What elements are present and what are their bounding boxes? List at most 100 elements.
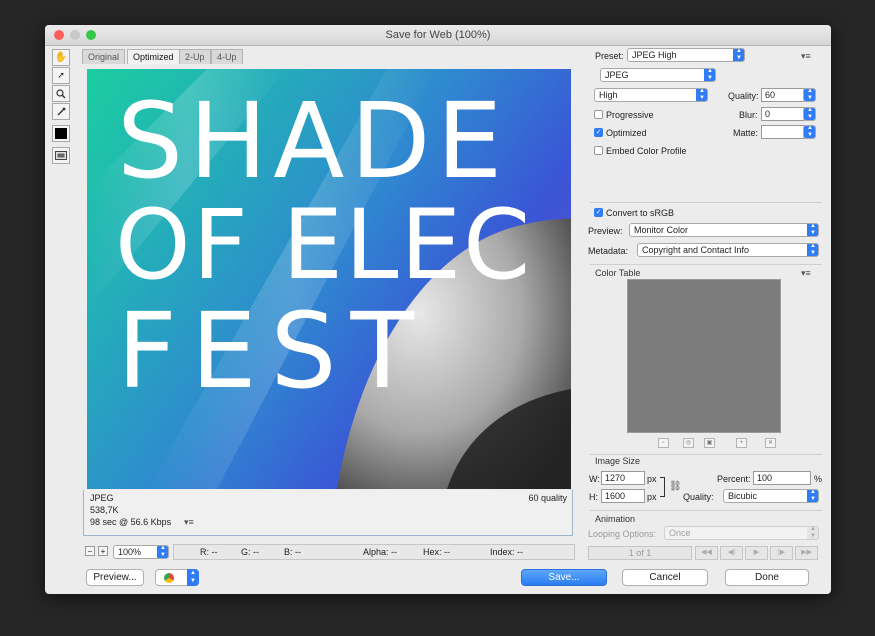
- play-icon[interactable]: ▶: [745, 546, 768, 560]
- blur-stepper[interactable]: ▲ ▼: [803, 107, 816, 121]
- slice-select-tool[interactable]: ➚: [52, 67, 70, 84]
- height-input[interactable]: 1600: [601, 489, 645, 503]
- tab-4-up[interactable]: 4-Up: [211, 49, 243, 64]
- slice-select-icon: ➚: [57, 70, 65, 80]
- frame-counter: 1 of 1: [588, 546, 692, 560]
- divider: [590, 510, 822, 511]
- link-chain-icon[interactable]: ⛓: [669, 481, 682, 492]
- lock-color-icon[interactable]: ▣: [704, 438, 715, 448]
- eyedropper-icon: [57, 107, 66, 115]
- preview-in-browser-button[interactable]: Preview...: [86, 569, 144, 586]
- file-format: JPEG: [90, 493, 114, 503]
- zoom-level-select[interactable]: 100% ▲ ▼: [113, 545, 169, 559]
- image-quality-readout: 60 quality: [528, 493, 567, 503]
- percent-input[interactable]: 100: [753, 471, 811, 485]
- blur-input[interactable]: 0: [761, 107, 805, 121]
- tab-original[interactable]: Original: [82, 49, 126, 64]
- resample-quality-select[interactable]: Bicubic ▲ ▼: [723, 489, 819, 503]
- convert-srgb-checkbox[interactable]: ✓: [594, 208, 603, 217]
- matte-label: Matte:: [733, 128, 759, 138]
- file-format-select[interactable]: JPEG ▲ ▼: [600, 68, 716, 82]
- zoom-icon: [56, 88, 66, 98]
- quality-label: Quality:: [728, 91, 759, 101]
- next-frame-icon[interactable]: |▶: [770, 546, 793, 560]
- chevron-updown-icon: ▲ ▼: [187, 569, 199, 586]
- percent-unit: %: [814, 474, 823, 484]
- chevron-updown-icon: ▲ ▼: [804, 126, 815, 138]
- last-frame-icon[interactable]: ▶▶: [795, 546, 818, 560]
- done-button[interactable]: Done: [725, 569, 809, 586]
- eyedropper-tool[interactable]: [52, 103, 70, 120]
- metadata-select[interactable]: Copyright and Contact Info ▲ ▼: [637, 243, 819, 257]
- chevron-updown-icon: ▲ ▼: [807, 224, 818, 236]
- preview-select[interactable]: Monitor Color ▲ ▼: [629, 223, 819, 237]
- percent-label: Percent:: [717, 474, 751, 484]
- divider: [590, 454, 822, 455]
- matte-swatch[interactable]: [761, 125, 805, 139]
- image-info-panel: JPEG 538,7K 98 sec @ 56.6 Kbps ▾≡ 60 qua…: [83, 490, 573, 536]
- embed-color-profile-checkbox[interactable]: [594, 146, 603, 155]
- optimized-checkbox[interactable]: ✓: [594, 128, 603, 137]
- chrome-browser-icon: [164, 573, 174, 583]
- quality-stepper[interactable]: ▲ ▼: [803, 88, 816, 102]
- height-unit: px: [647, 492, 657, 502]
- chevron-updown-icon: ▲ ▼: [807, 527, 818, 539]
- chevron-updown-icon: ▲ ▼: [807, 490, 818, 502]
- blue-readout: B: --: [284, 547, 301, 557]
- chevron-updown-icon: ▲ ▼: [157, 546, 168, 558]
- web-shift-icon[interactable]: ◎: [683, 438, 694, 448]
- image-size-title: Image Size: [595, 456, 641, 466]
- preview-value: Monitor Color: [634, 225, 689, 235]
- zoom-tool[interactable]: [52, 85, 70, 102]
- metadata-value: Copyright and Contact Info: [642, 245, 750, 255]
- looping-options-value: Once: [669, 528, 691, 538]
- red-readout: R: --: [200, 547, 218, 557]
- delete-color-icon[interactable]: ✕: [765, 438, 776, 448]
- hex-readout: Hex: --: [423, 547, 450, 557]
- previous-frame-icon[interactable]: ◀|: [720, 546, 743, 560]
- save-button[interactable]: Save...: [521, 569, 607, 586]
- matte-select[interactable]: ▲ ▼: [803, 125, 816, 139]
- metadata-label: Metadata:: [588, 246, 629, 256]
- first-frame-icon[interactable]: ◀◀: [695, 546, 718, 560]
- color-table-grid: [627, 279, 781, 433]
- compression-quality-value: High: [599, 90, 618, 100]
- tab-2-up[interactable]: 2-Up: [179, 49, 211, 64]
- artwork-text-line-3: FEST: [117, 290, 429, 412]
- compression-quality-select[interactable]: High ▲ ▼: [594, 88, 708, 102]
- optimize-menu-icon[interactable]: ▾≡: [801, 51, 811, 62]
- looping-options-select[interactable]: Once ▲ ▼: [664, 526, 819, 540]
- animation-title: Animation: [595, 514, 636, 524]
- divider: [590, 202, 822, 203]
- cancel-button[interactable]: Cancel: [622, 569, 708, 586]
- constrain-bracket: [660, 477, 665, 497]
- toggle-slices-visibility[interactable]: [52, 147, 70, 164]
- convert-srgb-label: Convert to sRGB: [606, 208, 675, 218]
- zoom-out-button[interactable]: −: [85, 546, 95, 556]
- download-rate-menu-icon[interactable]: ▾≡: [184, 517, 194, 528]
- browser-select[interactable]: ▲ ▼: [155, 569, 199, 586]
- optimized-image-preview[interactable]: SHADE OF ELEC FEST: [87, 69, 571, 489]
- resample-quality-label: Quality:: [683, 492, 714, 502]
- hand-tool[interactable]: ✋: [52, 49, 70, 66]
- eyedropper-color-icon: [55, 128, 67, 139]
- window-title: Save for Web (100%): [385, 29, 491, 41]
- eyedropper-color-swatch[interactable]: [52, 125, 70, 142]
- map-transparency-icon[interactable]: ▫: [658, 438, 669, 448]
- preset-select[interactable]: JPEG High ▲ ▼: [627, 48, 745, 62]
- height-label: H:: [589, 492, 598, 502]
- new-color-icon[interactable]: +: [736, 438, 747, 448]
- width-input[interactable]: 1270: [601, 471, 645, 485]
- chevron-updown-icon: ▲ ▼: [804, 89, 815, 101]
- progressive-checkbox[interactable]: [594, 110, 603, 119]
- color-table-title: Color Table: [595, 268, 641, 278]
- zoom-in-button[interactable]: +: [98, 546, 108, 556]
- color-table-menu-icon[interactable]: ▾≡: [801, 268, 811, 279]
- embed-color-profile-label: Embed Color Profile: [606, 146, 687, 156]
- tab-optimized[interactable]: Optimized: [127, 49, 180, 64]
- width-unit: px: [647, 474, 657, 484]
- chevron-updown-icon: ▲ ▼: [733, 49, 744, 61]
- chevron-updown-icon: ▲ ▼: [807, 244, 818, 256]
- preset-label: Preset:: [595, 51, 624, 61]
- quality-input[interactable]: 60: [761, 88, 805, 102]
